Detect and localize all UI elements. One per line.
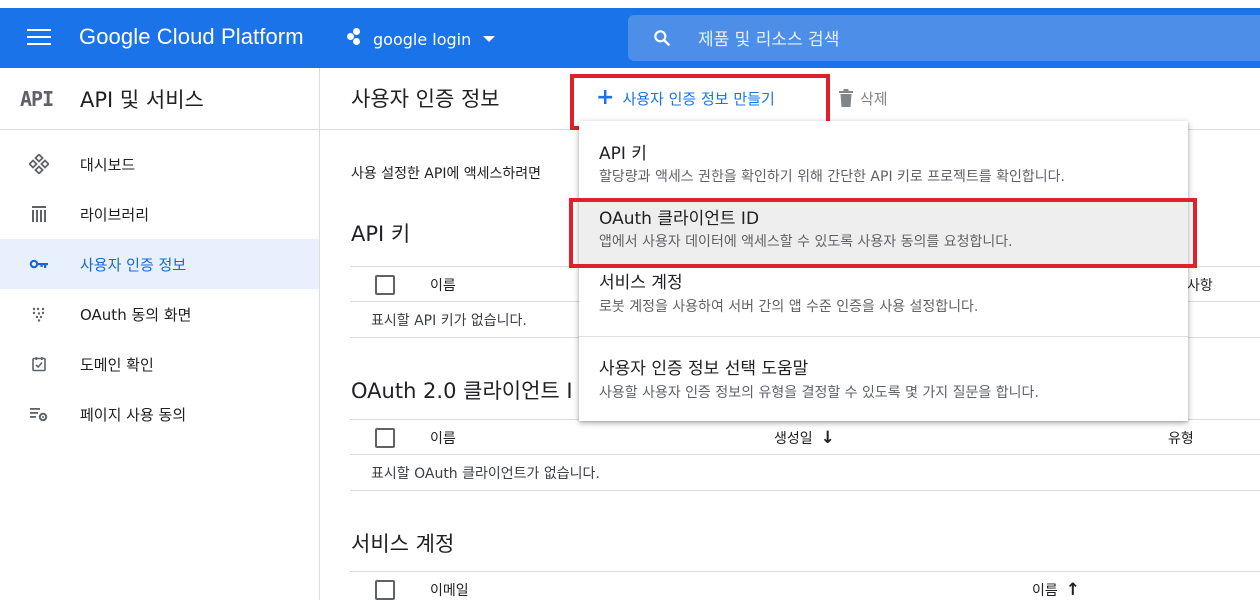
column-name[interactable]: 이름 <box>430 275 456 295</box>
api-keys-title: API 키 <box>351 222 411 246</box>
sidebar: API API 및 서비스 대시보드 라이브러리 사용자 인증 정보 OAuth… <box>0 68 320 600</box>
column-name[interactable]: 이름 <box>430 428 456 448</box>
menu-item-title: 사용자 인증 정보 선택 도움말 <box>599 359 809 379</box>
service-accounts-table-header: 이메일 이름 ↑ <box>350 571 1260 600</box>
empty-message: 표시할 API 키가 없습니다. <box>371 313 527 329</box>
empty-message: 표시할 OAuth 클라이언트가 없습니다. <box>371 466 600 482</box>
column-name-label: 이름 <box>1032 583 1058 599</box>
page-settings-icon <box>28 403 50 425</box>
column-restrictions[interactable]: 사항 <box>1187 275 1213 295</box>
oauth-table-header: 이름 생성일 ↓ 유형 <box>350 419 1260 455</box>
oauth-clients-title: OAuth 2.0 클라이언트 I <box>351 379 573 403</box>
domain-verify-icon <box>28 353 50 375</box>
menu-item-title: API 키 <box>599 144 647 164</box>
consent-screen-icon <box>28 303 50 325</box>
sidebar-item-label: 사용자 인증 정보 <box>80 255 187 274</box>
select-all-checkbox[interactable] <box>375 428 395 448</box>
sidebar-item-dashboard[interactable]: 대시보드 <box>0 139 319 189</box>
menu-item-description: 할당량과 액세스 권한을 확인하기 위해 간단한 API 키로 프로젝트를 확인… <box>599 169 1065 185</box>
top-app-bar: Google Cloud Platform google login 제품 및 … <box>0 0 1260 68</box>
menu-item-api-key[interactable]: API 키 할당량과 액세스 권한을 확인하기 위해 간단한 API 키로 프로… <box>579 121 1188 195</box>
select-all-checkbox[interactable] <box>375 275 395 295</box>
sidebar-item-label: 페이지 사용 동의 <box>80 405 187 424</box>
sidebar-item-label: 라이브러리 <box>80 205 150 224</box>
trash-icon <box>839 89 853 107</box>
sidebar-item-label: 대시보드 <box>80 155 136 174</box>
arrow-up-icon: ↑ <box>1065 580 1081 600</box>
arrow-down-icon: ↓ <box>820 428 835 448</box>
brand-title[interactable]: Google Cloud Platform <box>79 24 304 50</box>
oauth-empty-row: 표시할 OAuth 클라이언트가 없습니다. <box>350 455 1260 491</box>
sidebar-item-library[interactable]: 라이브러리 <box>0 189 319 239</box>
sidebar-item-credentials[interactable]: 사용자 인증 정보 <box>0 239 319 289</box>
column-type[interactable]: 유형 <box>1168 428 1194 448</box>
delete-label: 삭제 <box>860 89 888 108</box>
sidebar-nav: 대시보드 라이브러리 사용자 인증 정보 OAuth 동의 화면 도메인 확인 <box>0 139 319 439</box>
column-created-label: 생성일 <box>774 431 813 447</box>
service-accounts-title: 서비스 계정 <box>351 532 455 556</box>
project-name: google login <box>373 29 472 49</box>
sidebar-item-domain-verification[interactable]: 도메인 확인 <box>0 339 319 389</box>
top-strip <box>0 0 1260 8</box>
column-email[interactable]: 이메일 <box>430 580 469 600</box>
credentials-description: 사용 설정한 API에 액세스하려면 <box>351 166 542 182</box>
key-icon <box>28 253 50 275</box>
menu-item-description: 로봇 계정을 사용하여 서버 간의 앱 수준 인증을 사용 설정합니다. <box>599 299 979 315</box>
select-all-checkbox[interactable] <box>375 580 395 600</box>
create-credentials-menu: API 키 할당량과 액세스 권한을 확인하기 위해 간단한 API 키로 프로… <box>579 121 1188 421</box>
sidebar-header: API API 및 서비스 <box>0 68 319 130</box>
delete-button[interactable]: 삭제 <box>838 86 888 110</box>
sidebar-item-page-consent[interactable]: 페이지 사용 동의 <box>0 389 319 439</box>
menu-item-service-account[interactable]: 서비스 계정 로봇 계정을 사용하여 서버 간의 앱 수준 인증을 사용 설정합… <box>579 266 1188 336</box>
sidebar-title: API 및 서비스 <box>80 87 204 112</box>
highlight-box-oauth <box>569 198 1197 268</box>
sidebar-item-oauth-consent[interactable]: OAuth 동의 화면 <box>0 289 319 339</box>
menu-item-description: 사용할 사용자 인증 정보의 유형을 결정할 수 있도록 몇 가지 질문을 합니… <box>599 385 1039 401</box>
search-bar[interactable]: 제품 및 리소스 검색 <box>628 15 1260 61</box>
page-title: 사용자 인증 정보 <box>351 87 500 111</box>
column-name[interactable]: 이름 ↑ <box>1032 580 1080 600</box>
sidebar-item-label: 도메인 확인 <box>80 355 154 374</box>
project-icon <box>347 28 367 49</box>
search-placeholder: 제품 및 리소스 검색 <box>698 30 840 50</box>
api-logo-icon: API <box>20 86 54 111</box>
project-selector[interactable]: google login <box>347 26 496 52</box>
dashboard-icon <box>28 153 50 175</box>
chevron-down-icon <box>483 36 496 42</box>
column-created[interactable]: 생성일 ↓ <box>774 428 835 448</box>
library-icon <box>28 203 50 225</box>
menu-item-title: 서비스 계정 <box>599 273 683 293</box>
menu-icon[interactable] <box>27 29 51 47</box>
menu-item-help-me-choose[interactable]: 사용자 인증 정보 선택 도움말 사용할 사용자 인증 정보의 유형을 결정할 … <box>579 336 1188 421</box>
sidebar-item-label: OAuth 동의 화면 <box>80 305 192 324</box>
search-icon <box>654 30 670 46</box>
